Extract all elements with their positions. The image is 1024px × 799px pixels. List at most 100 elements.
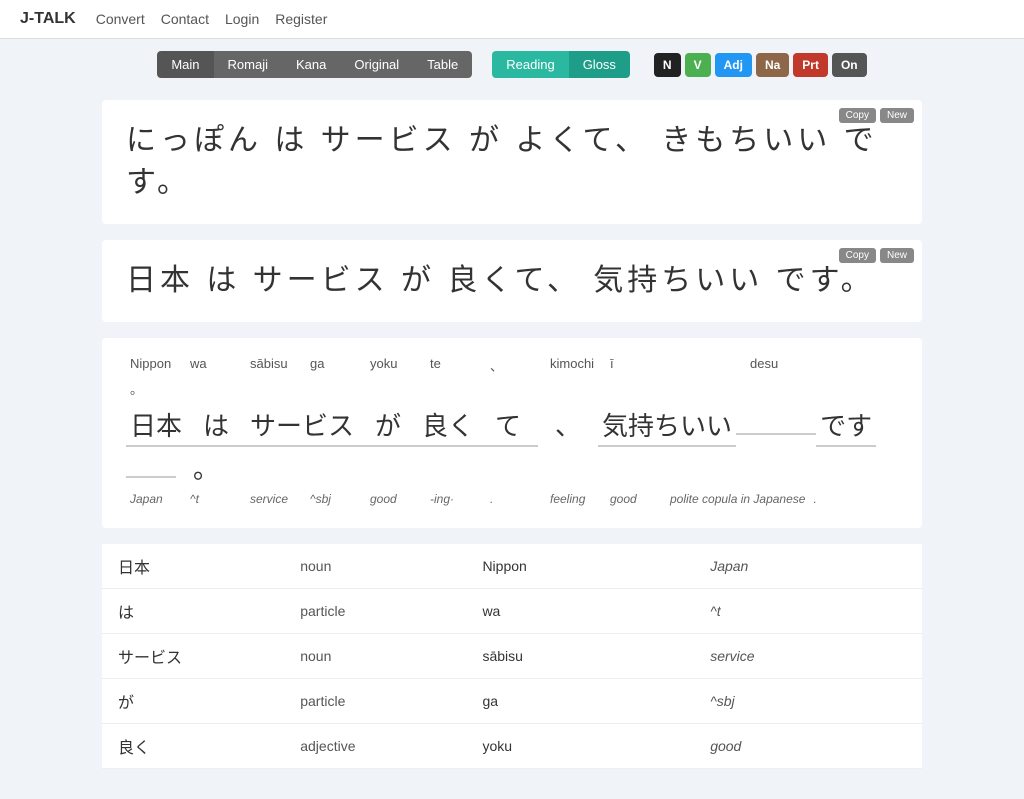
romaji-blank2 xyxy=(806,354,866,377)
nav-contact[interactable]: Contact xyxy=(161,11,209,27)
romaji-ga: ga xyxy=(306,354,366,377)
kanji-desu: です xyxy=(816,404,876,447)
gloss-dot: . xyxy=(486,490,546,508)
kanji-blank xyxy=(736,429,816,435)
table-row: 日本 noun Nippon Japan xyxy=(102,544,922,589)
badge-n[interactable]: N xyxy=(654,53,681,77)
gloss-japan: Japan xyxy=(126,490,186,508)
type-cell: noun xyxy=(284,634,466,679)
kanji-yoku: 良く xyxy=(418,404,478,447)
badge-na[interactable]: Na xyxy=(756,53,789,77)
tab-table[interactable]: Table xyxy=(413,51,472,78)
gloss-good2: good xyxy=(606,490,666,508)
kanji-row: 日本 は サービス が 良く て 、 気持ちいい です 。 xyxy=(126,404,898,488)
new-btn-2[interactable]: New xyxy=(880,248,914,263)
gloss-cell: Japan xyxy=(694,544,922,589)
tab-kana[interactable]: Kana xyxy=(282,51,340,78)
romaji-wa: wa xyxy=(186,354,246,377)
tab-main[interactable]: Main xyxy=(157,51,213,78)
table-row: サービス noun sābisu service xyxy=(102,634,922,679)
analysis-section: Nippon wa sābisu ga yoku te 、 kimochi ī … xyxy=(102,338,922,528)
copy-row-2: Copy New xyxy=(839,248,914,263)
new-btn-1[interactable]: New xyxy=(880,108,914,123)
toolbar: Main Romaji Kana Original Table Reading … xyxy=(0,39,1024,90)
romaji-comma: 、 xyxy=(486,354,546,377)
romaji-period: 。 xyxy=(126,377,186,400)
brand-logo: J-TALK xyxy=(20,10,76,28)
badge-on[interactable]: On xyxy=(832,53,867,77)
reading-tabs: Reading Gloss xyxy=(492,51,630,78)
kanji-text: 日本 は サービス が 良くて、 気持ちいい です。 xyxy=(126,260,898,302)
gloss-feeling: feeling xyxy=(546,490,606,508)
gloss-cell: service xyxy=(694,634,922,679)
kanji-wa: は xyxy=(186,404,246,447)
gloss-cell: good xyxy=(694,724,922,769)
table-row: が particle ga ^sbj xyxy=(102,679,922,724)
gloss-row: Japan ^t service ^sbj good -ing· . feeli… xyxy=(126,490,898,508)
gloss-ing: -ing· xyxy=(426,490,486,508)
kanji-ga: が xyxy=(358,404,418,447)
nav-register[interactable]: Register xyxy=(275,11,327,27)
kanji-blank2 xyxy=(126,472,176,478)
romaji-cell: sābisu xyxy=(466,634,694,679)
romaji-nippon: Nippon xyxy=(126,354,186,377)
main-content: Copy New にっぽん は サービス が よくて、 きもちいい です。 Co… xyxy=(62,90,962,799)
copy-btn-2[interactable]: Copy xyxy=(839,248,876,263)
kanji-kimochi: 気持ちいい xyxy=(598,404,736,447)
romaji-sabisu: sābisu xyxy=(246,354,306,377)
word-table: 日本 noun Nippon Japan は particle wa ^t サー… xyxy=(102,544,922,769)
type-cell: particle xyxy=(284,589,466,634)
hiragana-section: Copy New にっぽん は サービス が よくて、 きもちいい です。 xyxy=(102,100,922,224)
gloss-copula: polite copula in Japanese xyxy=(666,490,809,508)
romaji-cell: Nippon xyxy=(466,544,694,589)
word-cell: 日本 xyxy=(102,544,284,589)
gloss-good: good xyxy=(366,490,426,508)
kanji-sabisu: サービス xyxy=(246,404,358,447)
badge-prt[interactable]: Prt xyxy=(793,53,828,77)
type-cell: particle xyxy=(284,679,466,724)
kanji-section: Copy New 日本 は サービス が 良くて、 気持ちいい です。 xyxy=(102,240,922,322)
tab-reading[interactable]: Reading xyxy=(492,51,568,78)
navbar: J-TALK Convert Contact Login Register xyxy=(0,0,1024,39)
word-table-container: 日本 noun Nippon Japan は particle wa ^t サー… xyxy=(102,544,922,769)
gloss-cell: ^t xyxy=(694,589,922,634)
type-cell: adjective xyxy=(284,724,466,769)
word-cell: が xyxy=(102,679,284,724)
gloss-cell: ^sbj xyxy=(694,679,922,724)
hiragana-text: にっぽん は サービス が よくて、 きもちいい です。 xyxy=(126,120,898,204)
romaji-desu: desu xyxy=(746,354,806,377)
gloss-sbj: ^sbj xyxy=(306,490,366,508)
badge-group: N V Adj Na Prt On xyxy=(654,53,867,77)
table-row: は particle wa ^t xyxy=(102,589,922,634)
kanji-period: 。 xyxy=(176,447,236,488)
gloss-dot2: . xyxy=(809,490,869,508)
romaji-te: te xyxy=(426,354,486,377)
kanji-comma: 、 xyxy=(538,404,598,445)
word-cell: 良く xyxy=(102,724,284,769)
word-cell: サービス xyxy=(102,634,284,679)
view-tabs: Main Romaji Kana Original Table xyxy=(157,51,472,78)
copy-row-1: Copy New xyxy=(839,108,914,123)
type-cell: noun xyxy=(284,544,466,589)
nav-links: Convert Contact Login Register xyxy=(96,11,328,27)
badge-v[interactable]: V xyxy=(685,53,711,77)
gloss-t: ^t xyxy=(186,490,246,508)
nav-convert[interactable]: Convert xyxy=(96,11,145,27)
tab-romaji[interactable]: Romaji xyxy=(214,51,282,78)
badge-adj[interactable]: Adj xyxy=(715,53,752,77)
romaji-row: Nippon wa sābisu ga yoku te 、 kimochi ī … xyxy=(126,354,898,400)
romaji-blank xyxy=(666,354,746,377)
romaji-yoku: yoku xyxy=(366,354,426,377)
word-cell: は xyxy=(102,589,284,634)
copy-btn-1[interactable]: Copy xyxy=(839,108,876,123)
romaji-cell: wa xyxy=(466,589,694,634)
kanji-te: て xyxy=(478,404,538,447)
kanji-nihon: 日本 xyxy=(126,404,186,447)
table-row: 良く adjective yoku good xyxy=(102,724,922,769)
gloss-service: service xyxy=(246,490,306,508)
tab-gloss[interactable]: Gloss xyxy=(569,51,630,78)
romaji-kimochi: kimochi xyxy=(546,354,606,377)
romaji-cell: ga xyxy=(466,679,694,724)
nav-login[interactable]: Login xyxy=(225,11,259,27)
tab-original[interactable]: Original xyxy=(340,51,413,78)
